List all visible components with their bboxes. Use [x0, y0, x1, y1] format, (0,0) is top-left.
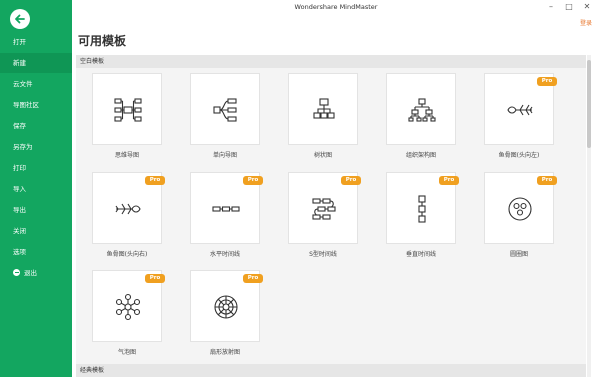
s-timeline-icon	[312, 198, 336, 220]
sidebar-item-export[interactable]: 导出	[0, 200, 72, 220]
arrow-left-icon	[15, 14, 25, 24]
section-header-classic: 经典模板	[76, 364, 586, 377]
template-card[interactable]: Pro	[92, 270, 165, 342]
template-card[interactable]: Pro	[288, 172, 361, 244]
pro-badge: Pro	[439, 176, 459, 185]
exit-icon	[13, 269, 20, 276]
template-label: S型时间线	[309, 251, 337, 258]
template-label: 思维导图	[114, 152, 139, 159]
sidebar-item-print[interactable]: 打印	[0, 158, 72, 178]
pro-badge: Pro	[145, 274, 165, 283]
fishbone-right-icon	[115, 203, 141, 215]
template-card[interactable]	[288, 73, 358, 145]
sidebar-item-new[interactable]: 新建	[0, 53, 72, 73]
template-label: 单向导图	[212, 152, 237, 159]
section-header-blank: 空白模板	[76, 55, 586, 68]
login-link[interactable]: 登录	[580, 18, 592, 27]
template-card[interactable]: Pro	[484, 172, 557, 244]
sidebar-item-cloud-files[interactable]: 云文件	[0, 74, 72, 94]
template-label: 树状图	[313, 152, 332, 159]
template-card[interactable]	[190, 73, 260, 145]
template-label: 组织架构图	[405, 152, 436, 159]
pro-badge: Pro	[537, 176, 557, 185]
template-card[interactable]	[92, 73, 162, 145]
pro-badge: Pro	[243, 274, 263, 283]
template-label: 圆圈图	[509, 251, 528, 258]
title-bar: Wondershare MindMaster – □ ✕	[72, 0, 600, 14]
sidebar-item-close[interactable]: 关闭	[0, 221, 72, 241]
sidebar-item-import[interactable]: 导入	[0, 179, 72, 199]
maximize-icon[interactable]: □	[563, 1, 575, 12]
template-card[interactable]: Pro	[190, 270, 263, 342]
horizontal-timeline-icon	[212, 206, 240, 212]
back-button[interactable]	[10, 9, 30, 29]
template-label: 水平时间线	[209, 251, 240, 258]
template-gallery: 空白模板 思维导图 单向导图 树状图 组织架构图 Pro 鱼骨图(头向左) Pr…	[76, 55, 586, 377]
sidebar-item-exit[interactable]: 退出	[0, 263, 72, 283]
vertical-timeline-icon	[418, 195, 426, 223]
minimize-icon[interactable]: –	[545, 1, 557, 12]
sidebar-item-open[interactable]: 打开	[0, 32, 72, 52]
sidebar-item-community[interactable]: 导图社区	[0, 95, 72, 115]
sidebar-item-options[interactable]: 选项	[0, 242, 72, 262]
template-label: 气泡图	[117, 349, 136, 356]
circle-map-icon	[508, 197, 532, 221]
app-title: Wondershare MindMaster	[294, 3, 378, 11]
template-label: 鱼骨图(头向右)	[106, 251, 148, 258]
template-card[interactable]	[386, 73, 456, 145]
sidebar-item-save-as[interactable]: 另存为	[0, 137, 72, 157]
template-card[interactable]: Pro	[92, 172, 165, 244]
right-map-icon	[213, 98, 237, 122]
pro-badge: Pro	[145, 176, 165, 185]
sidebar-item-save[interactable]: 保存	[0, 116, 72, 136]
sidebar: 打开 新建 云文件 导图社区 保存 另存为 打印 导入 导出 关闭 选项 退出	[0, 0, 72, 377]
template-card[interactable]: Pro	[190, 172, 263, 244]
fishbone-left-icon	[507, 104, 533, 116]
tree-chart-icon	[313, 98, 335, 119]
page-title: 可用模板	[78, 34, 127, 48]
org-chart-icon	[408, 98, 436, 122]
template-label: 垂直时间线	[405, 251, 436, 258]
pro-badge: Pro	[243, 176, 263, 185]
template-label: 扇形放射图	[209, 349, 240, 356]
bubble-map-icon	[115, 293, 141, 321]
template-card[interactable]: Pro	[484, 73, 557, 145]
mindmap-icon	[114, 98, 142, 122]
scrollbar-thumb[interactable]	[587, 60, 591, 148]
pro-badge: Pro	[341, 176, 361, 185]
sector-radial-icon	[214, 295, 238, 319]
template-card[interactable]: Pro	[386, 172, 459, 244]
template-label: 鱼骨图(头向左)	[498, 152, 540, 159]
pro-badge: Pro	[537, 77, 557, 86]
close-icon[interactable]: ✕	[581, 1, 593, 12]
